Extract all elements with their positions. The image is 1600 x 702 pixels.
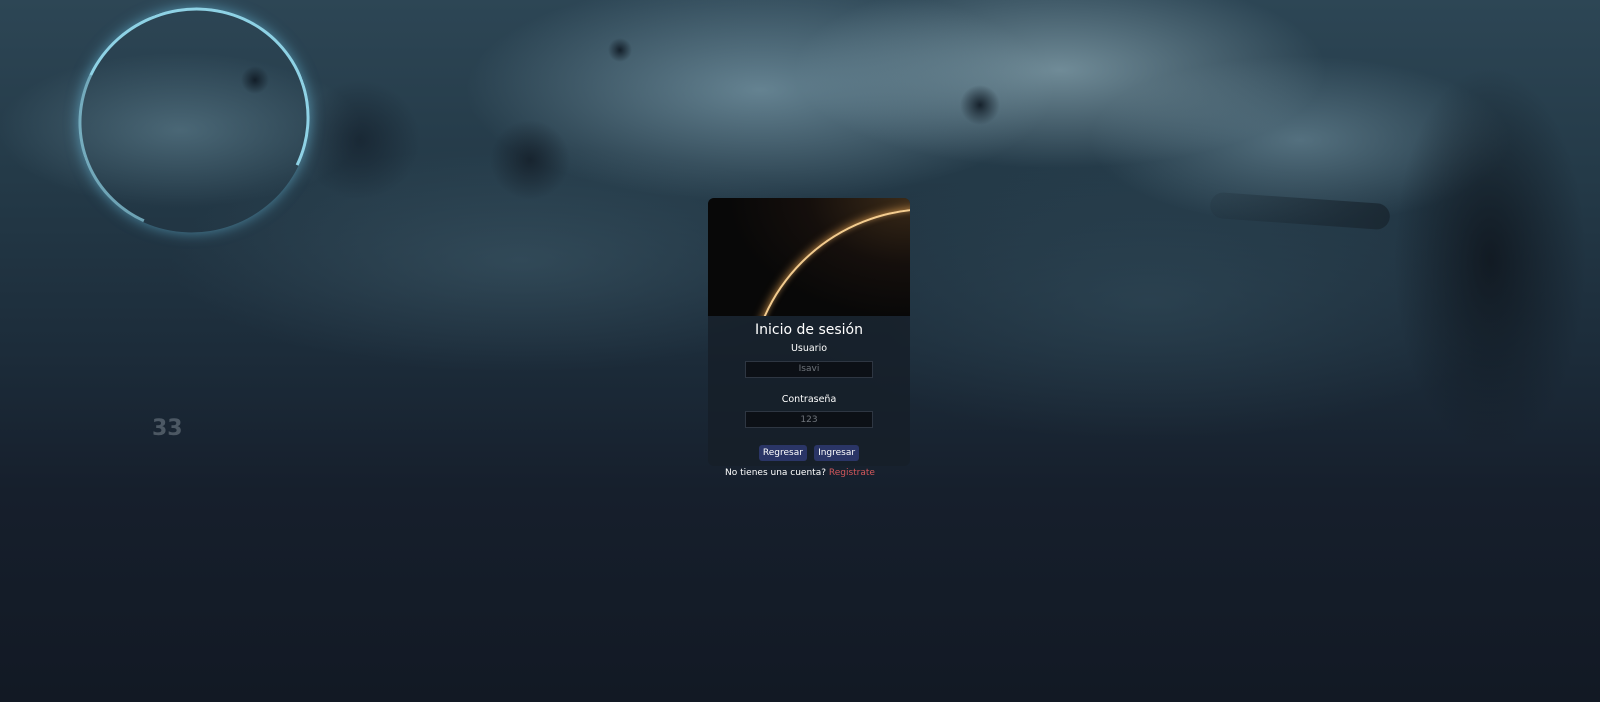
login-card: Inicio de sesión Usuario Contraseña Regr… [708, 198, 910, 466]
eclipse-arc [748, 208, 910, 316]
back-button[interactable]: Regresar [758, 445, 807, 461]
username-group: Usuario [708, 343, 910, 378]
password-label: Contraseña [781, 393, 837, 405]
register-prompt-text: No tienes una cuenta? [725, 468, 829, 478]
register-prompt: No tienes una cuenta? Registrate [0, 468, 1600, 478]
password-group: Contraseña [708, 393, 910, 428]
page-title: Inicio de sesión [755, 322, 863, 338]
register-link[interactable]: Registrate [829, 468, 875, 478]
login-form: Inicio de sesión Usuario Contraseña Regr… [708, 316, 910, 461]
username-input[interactable] [745, 360, 873, 378]
username-label: Usuario [790, 343, 828, 354]
password-input[interactable] [745, 411, 873, 428]
card-header-image [708, 198, 910, 316]
submit-button[interactable]: Ingresar [814, 445, 860, 461]
background-number: 33 [152, 416, 183, 441]
form-buttons: Regresar Ingresar [708, 440, 910, 461]
robed-figure [1370, 40, 1600, 500]
